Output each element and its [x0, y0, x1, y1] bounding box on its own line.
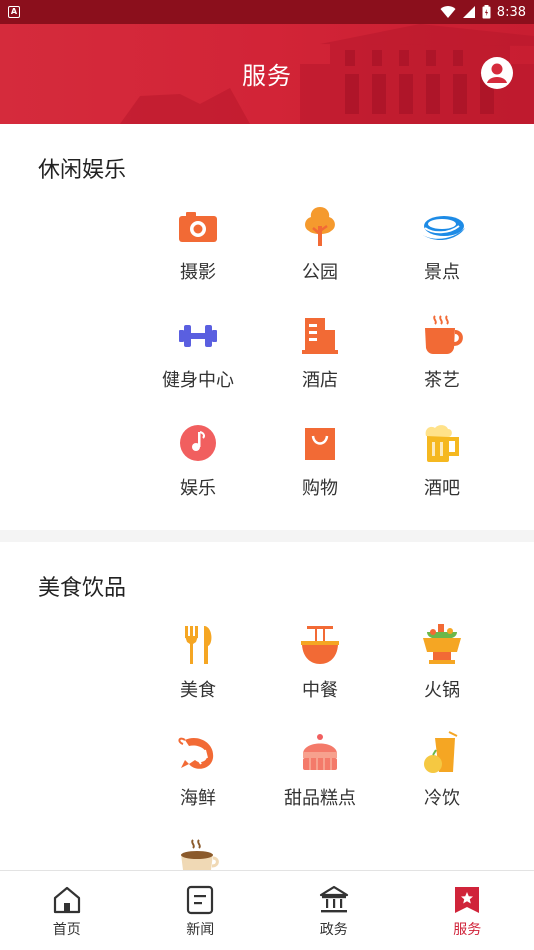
nav-item-news[interactable]: 新闻	[134, 871, 268, 950]
nav-label: 新闻	[186, 922, 215, 938]
app-screen: A 8:38 服务 休闲娱乐 摄影 公园 景点 健身中心 酒店 茶艺 娱乐 购物…	[0, 0, 534, 950]
shopping-bag-icon	[305, 428, 335, 460]
service-item-photography[interactable]: 摄影	[143, 204, 253, 284]
service-label: 健身中心	[162, 370, 234, 391]
hotpot-icon	[423, 624, 461, 664]
section-title-food: 美食饮品	[38, 576, 127, 601]
cake-icon	[303, 734, 337, 770]
profile-icon[interactable]	[480, 56, 514, 90]
nav-item-government[interactable]: 政务	[267, 871, 401, 950]
service-item-bar[interactable]: 酒吧	[387, 420, 497, 500]
service-label: 景点	[424, 262, 460, 283]
service-item-seafood[interactable]: 海鲜	[143, 730, 253, 810]
service-label: 冷饮	[424, 788, 460, 809]
status-bar: A 8:38	[0, 0, 534, 24]
news-icon	[187, 885, 214, 915]
service-label: 茶艺	[424, 370, 460, 391]
section-leisure: 休闲娱乐 摄影 公园 景点 健身中心 酒店 茶艺 娱乐 购物 酒吧	[0, 124, 534, 530]
dumbbell-icon	[179, 325, 217, 347]
nav-item-home[interactable]: 首页	[0, 871, 134, 950]
beer-mug-icon	[425, 425, 459, 462]
service-item-entertainment[interactable]: 娱乐	[143, 420, 253, 500]
government-icon	[319, 885, 348, 913]
nav-label: 首页	[52, 922, 81, 938]
bottom-nav: 首页 新闻 政务 服务	[0, 870, 534, 950]
wifi-icon	[440, 6, 456, 19]
wave-icon	[421, 216, 465, 241]
service-item-tea[interactable]: 茶艺	[387, 312, 497, 392]
service-item-dessert[interactable]: 甜品糕点	[265, 730, 375, 810]
section-food: 美食饮品 美食 中餐 火锅 海鲜 甜品糕点 冷饮	[0, 542, 534, 878]
service-icon	[455, 887, 480, 913]
service-item-scenic-spot[interactable]: 景点	[387, 204, 497, 284]
status-left: A	[8, 6, 20, 18]
juice-icon	[424, 731, 458, 773]
service-item-cold-drinks[interactable]: 冷饮	[387, 730, 497, 810]
service-item-park[interactable]: 公园	[265, 204, 375, 284]
service-item-shopping[interactable]: 购物	[265, 420, 375, 500]
music-note-icon	[180, 425, 216, 461]
service-label: 甜品糕点	[284, 788, 356, 809]
service-label: 购物	[302, 478, 338, 499]
tree-icon	[305, 207, 335, 246]
nav-label: 服务	[453, 922, 482, 938]
noodle-bowl-icon	[301, 626, 339, 664]
service-item-gourmet[interactable]: 美食	[143, 622, 253, 702]
service-label: 火锅	[424, 680, 460, 701]
tea-cup-icon	[425, 315, 463, 354]
building-icon	[302, 318, 338, 354]
service-item-chinese-food[interactable]: 中餐	[265, 622, 375, 702]
camera-icon	[179, 212, 217, 242]
notification-icon: A	[8, 6, 20, 18]
service-label: 公园	[302, 262, 338, 283]
status-time: 8:38	[496, 4, 526, 20]
service-label: 美食	[180, 680, 216, 701]
service-item-hotpot[interactable]: 火锅	[387, 622, 497, 702]
home-icon	[53, 886, 80, 914]
page-title: 服务	[242, 62, 292, 90]
page-header: 服务	[0, 24, 534, 124]
status-right: 8:38	[440, 5, 526, 20]
nav-item-service[interactable]: 服务	[401, 871, 534, 950]
section-title-leisure: 休闲娱乐	[38, 158, 127, 183]
service-label: 海鲜	[180, 788, 216, 809]
signal-icon	[462, 6, 475, 18]
battery-icon	[482, 5, 491, 19]
service-label: 摄影	[180, 262, 216, 283]
service-item-fitness[interactable]: 健身中心	[143, 312, 253, 392]
fork-knife-icon	[185, 626, 212, 664]
service-label: 酒吧	[424, 478, 460, 499]
service-label: 中餐	[302, 680, 338, 701]
service-label: 娱乐	[180, 478, 216, 499]
shrimp-icon	[178, 737, 214, 769]
nav-label: 政务	[319, 922, 348, 938]
service-label: 酒店	[302, 370, 338, 391]
service-item-hotel[interactable]: 酒店	[265, 312, 375, 392]
